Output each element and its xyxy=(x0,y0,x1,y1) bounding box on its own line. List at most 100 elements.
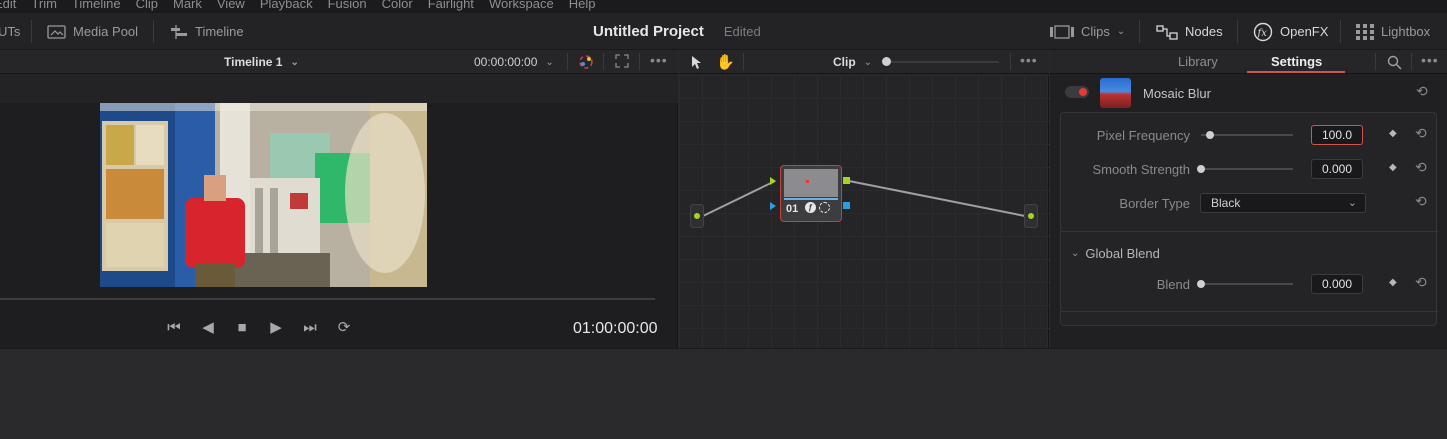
lower-workspace xyxy=(0,348,1447,439)
menu-item-workspace[interactable]: Workspace xyxy=(489,0,554,11)
reset-param-icon[interactable]: ⟲ xyxy=(1415,274,1427,291)
menu-item-timeline[interactable]: Timeline xyxy=(72,0,121,11)
timeline-button[interactable]: Timeline xyxy=(170,13,244,50)
active-tab-indicator xyxy=(1247,71,1345,73)
toolbar-divider xyxy=(1340,20,1341,43)
node-divider xyxy=(784,198,838,200)
output-node[interactable] xyxy=(1024,204,1038,228)
playhead-timecode: 01:00:00:00 xyxy=(573,320,658,337)
menu-bar: Edit Trim Timeline Clip Mark View Playback Fusi… xyxy=(0,0,1447,13)
toolbar-divider xyxy=(1237,20,1238,43)
project-status: Edited xyxy=(723,24,761,39)
toolbar-divider xyxy=(153,20,154,43)
menu-item-fairlight[interactable]: Fairlight xyxy=(428,0,474,11)
svg-text:fx: fx xyxy=(1257,28,1268,39)
reset-param-icon[interactable]: ⟲ xyxy=(1415,159,1427,176)
viewer-top-band xyxy=(0,74,678,103)
clips-button[interactable]: Clips ⌄ xyxy=(1050,13,1125,50)
section-divider xyxy=(1061,231,1438,232)
lightbox-button[interactable]: Lightbox xyxy=(1356,13,1430,50)
node-editor-panel: ✋ Clip ⌄ ••• 01 ƒ xyxy=(679,50,1049,348)
reset-param-icon[interactable]: ⟲ xyxy=(1415,193,1427,210)
effect-settings-panel: Pixel Frequency 100.0 ◆ ⟲ Smooth Strengt… xyxy=(1060,112,1438,326)
header-divider xyxy=(1375,53,1376,70)
jump-to-end-icon[interactable]: ⏭ xyxy=(301,319,319,336)
source-input-node[interactable] xyxy=(690,204,704,228)
global-blend-section-toggle[interactable]: ⌄ Global Blend xyxy=(1071,246,1160,261)
timecode-selector[interactable]: 00:00:00:00 ⌄ xyxy=(474,55,554,69)
openfx-label: OpenFX xyxy=(1280,24,1329,39)
effect-enable-toggle[interactable] xyxy=(1065,86,1089,98)
reverse-play-icon[interactable]: ◀ xyxy=(199,318,217,336)
tab-library[interactable]: Library xyxy=(1178,54,1218,69)
smooth-strength-slider[interactable] xyxy=(1201,168,1293,170)
search-icon[interactable] xyxy=(1387,55,1402,70)
fx-icon: fx xyxy=(1253,22,1273,41)
viewer-timecode: 00:00:00:00 xyxy=(474,55,538,69)
menu-item-mark[interactable]: Mark xyxy=(173,0,202,11)
node-label: 01 xyxy=(786,203,799,215)
timeline-label: Timeline xyxy=(195,24,244,39)
reset-effect-icon[interactable]: ⟲ xyxy=(1416,83,1428,100)
more-options-icon[interactable]: ••• xyxy=(650,52,668,68)
timeline-name: Timeline 1 xyxy=(224,55,283,69)
fullscreen-icon[interactable] xyxy=(615,54,629,68)
effect-header-row: Mosaic Blur ⟲ xyxy=(1050,75,1447,111)
toolbar-divider xyxy=(1139,20,1140,43)
blend-label: Blend xyxy=(1156,277,1190,292)
keyframe-icon[interactable]: ◆ xyxy=(1389,128,1397,139)
media-pool-button[interactable]: Media Pool xyxy=(47,13,138,50)
blend-slider[interactable] xyxy=(1201,283,1293,285)
menu-item-help[interactable]: Help xyxy=(569,0,596,11)
node-thumbnail xyxy=(784,169,838,197)
smooth-strength-knob[interactable] xyxy=(1197,165,1205,173)
border-type-label: Border Type xyxy=(1119,196,1190,211)
timeline-icon xyxy=(171,24,187,39)
stop-icon[interactable]: ■ xyxy=(233,319,251,336)
keyframe-icon[interactable]: ◆ xyxy=(1389,162,1397,173)
chevron-down-icon: ⌄ xyxy=(545,56,554,68)
menu-item-clip[interactable]: Clip xyxy=(136,0,158,11)
menu-item-edit[interactable]: Edit xyxy=(0,0,16,11)
header-divider xyxy=(603,53,604,70)
reset-param-icon[interactable]: ⟲ xyxy=(1415,125,1427,142)
nodes-label: Nodes xyxy=(1185,24,1223,39)
timeline-selector[interactable]: Timeline 1 ⌄ xyxy=(224,55,299,69)
blend-knob[interactable] xyxy=(1197,280,1205,288)
corrector-node-01[interactable]: 01 ƒ xyxy=(780,165,842,222)
menu-item-view[interactable]: View xyxy=(217,0,245,11)
pixel-frequency-knob[interactable] xyxy=(1206,131,1215,139)
menu-item-trim[interactable]: Trim xyxy=(31,0,57,11)
pixel-frequency-field[interactable]: 100.0 xyxy=(1311,125,1363,145)
menu-item-fusion[interactable]: Fusion xyxy=(328,0,367,11)
loop-icon[interactable]: ⟳ xyxy=(335,318,353,336)
chevron-down-icon: ⌄ xyxy=(1116,26,1126,37)
effect-thumbnail xyxy=(1100,78,1131,108)
menu-item-color[interactable]: Color xyxy=(382,0,413,11)
tab-settings[interactable]: Settings xyxy=(1271,54,1322,69)
color-picker-icon[interactable] xyxy=(577,54,595,70)
effect-name: Mosaic Blur xyxy=(1143,86,1211,101)
nodes-button[interactable]: Nodes xyxy=(1156,13,1223,50)
smooth-strength-field[interactable]: 0.000 xyxy=(1311,159,1363,179)
inspector-header: Library Settings ••• xyxy=(1050,50,1447,74)
keyframe-icon[interactable]: ◆ xyxy=(1389,277,1397,288)
video-preview-frame xyxy=(100,103,427,287)
scrub-bar[interactable] xyxy=(0,298,655,300)
nodes-icon xyxy=(1156,24,1178,40)
clips-icon xyxy=(1050,24,1074,39)
jump-to-start-icon[interactable]: ⏮ xyxy=(165,319,183,336)
blend-field[interactable]: 0.000 xyxy=(1311,274,1363,294)
openfx-button[interactable]: fx OpenFX xyxy=(1253,13,1328,50)
luts-button[interactable]: UTs xyxy=(0,13,20,50)
fx-node-icon: ƒ xyxy=(805,202,816,213)
menu-item-playback[interactable]: Playback xyxy=(260,0,313,11)
header-divider xyxy=(567,53,568,70)
play-icon[interactable]: ▶ xyxy=(267,318,285,336)
pixel-frequency-slider[interactable] xyxy=(1201,134,1293,136)
border-type-dropdown[interactable]: Black ⌄ xyxy=(1200,193,1366,213)
more-options-icon[interactable]: ••• xyxy=(1421,52,1439,68)
top-toolbar: UTs Media Pool Timeline Untitled Project… xyxy=(0,13,1447,50)
project-title: Untitled Project Edited xyxy=(593,13,761,50)
toolbar-divider xyxy=(31,20,32,43)
